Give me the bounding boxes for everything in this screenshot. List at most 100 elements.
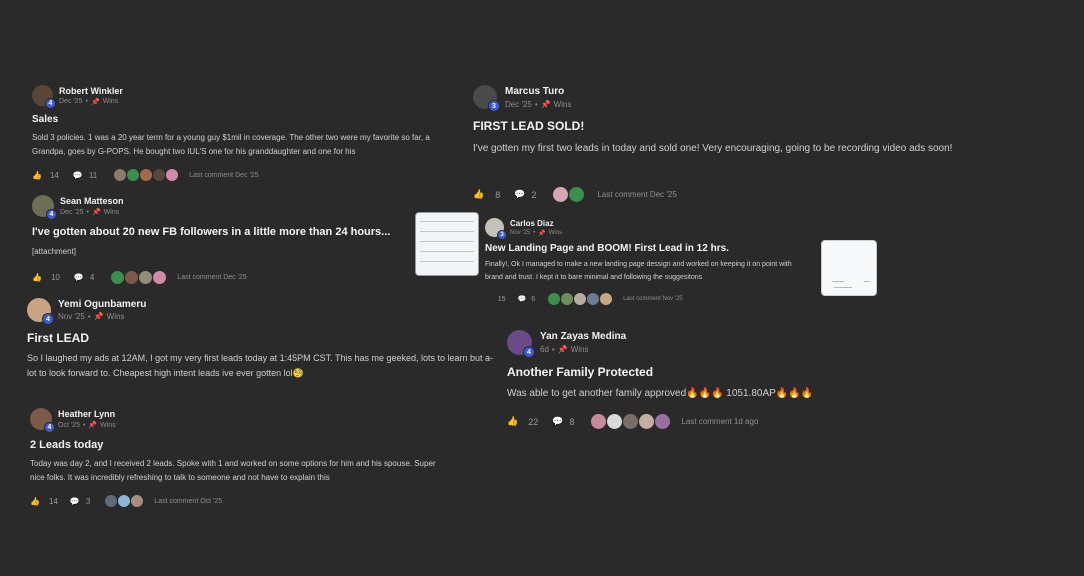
avatar xyxy=(124,270,140,285)
author-name[interactable]: Sean Matteson xyxy=(60,196,124,206)
comment-count: 3 xyxy=(85,496,91,506)
post-title[interactable]: New Landing Page and BOOM! First Lead in… xyxy=(485,243,810,254)
avatar[interactable]: 4 xyxy=(32,85,56,109)
post-header: 4 Sean Matteson Dec '25 • 📌 Wins xyxy=(32,195,412,220)
avatar xyxy=(104,494,119,508)
like-count: 22 xyxy=(528,416,539,427)
avatar xyxy=(552,186,570,203)
avatar[interactable]: 4 xyxy=(32,195,57,220)
post-title[interactable]: 2 Leads today xyxy=(30,439,450,451)
avatar xyxy=(560,292,575,306)
commenter-avatars[interactable] xyxy=(547,292,614,306)
comment-bubble-icon[interactable]: 💬 xyxy=(514,189,525,200)
comment-bubble-icon[interactable]: 💬 xyxy=(73,171,83,180)
like-count: 8 xyxy=(495,189,501,200)
comment-bubble-icon[interactable]: 💬 xyxy=(552,416,563,427)
pin-icon: 📌 xyxy=(90,98,100,106)
comment-bubble-icon[interactable]: 💬 xyxy=(74,273,84,282)
avatar xyxy=(573,292,588,306)
thumbs-up-icon[interactable]: 👍 xyxy=(32,273,42,282)
avatar[interactable]: 4 xyxy=(27,298,54,325)
post-date: Nov '25 xyxy=(510,230,531,236)
post-title[interactable]: Another Family Protected xyxy=(507,365,907,379)
post-body: [attachment] xyxy=(32,247,77,256)
like-count: 14 xyxy=(49,170,59,180)
avatar[interactable]: 3 xyxy=(485,218,507,240)
category-label[interactable]: Wins xyxy=(103,98,119,105)
author-name[interactable]: Yan Zayas Medina xyxy=(540,331,626,342)
category-label[interactable]: Wins xyxy=(571,345,589,354)
level-badge: 4 xyxy=(42,313,54,325)
commenter-avatars[interactable] xyxy=(552,186,586,203)
avatar xyxy=(606,413,624,430)
avatar xyxy=(110,270,126,285)
avatar[interactable]: 4 xyxy=(507,330,535,358)
thumbs-up-icon[interactable]: 👍 xyxy=(473,189,484,200)
commenter-avatars[interactable] xyxy=(104,494,145,508)
pin-icon: 📌 xyxy=(88,422,98,429)
post-title[interactable]: First LEAD xyxy=(27,331,497,345)
thumbs-up-icon[interactable]: 👍 xyxy=(30,497,40,506)
post-body: So I laughed my ads at 12AM, I got my ve… xyxy=(27,353,494,378)
comment-count: 2 xyxy=(531,189,537,200)
post-title[interactable]: FIRST LEAD SOLD! xyxy=(473,119,973,133)
comment-bubble-icon[interactable]: 💬 xyxy=(518,295,527,303)
post-body: Finally!, Ok I managed to make a new lan… xyxy=(485,261,792,281)
category-label[interactable]: Wins xyxy=(100,422,116,429)
post-card[interactable]: 3 Marcus Turo Dec '25 • 📌 Wins FIRST LEA… xyxy=(473,85,973,203)
pin-icon: 📌 xyxy=(93,312,104,321)
commenter-avatars[interactable] xyxy=(110,270,168,285)
author-name[interactable]: Robert Winkler xyxy=(59,86,123,96)
post-footer: 👍 14 💬 11 Last comment Dec '25 xyxy=(32,168,452,182)
like-count: 10 xyxy=(50,273,60,282)
post-card[interactable]: 4 Sean Matteson Dec '25 • 📌 Wins I've go… xyxy=(32,195,412,285)
thumbs-up-icon[interactable]: 👍 xyxy=(32,171,42,180)
separator: • xyxy=(534,99,538,109)
author-name[interactable]: Heather Lynn xyxy=(58,409,116,419)
avatar xyxy=(117,494,132,508)
avatar xyxy=(126,168,141,182)
level-badge: 4 xyxy=(44,422,55,433)
category-label[interactable]: Wins xyxy=(554,100,572,109)
author-name[interactable]: Carlos Diaz xyxy=(510,219,562,228)
category-label[interactable]: Wins xyxy=(107,312,125,321)
last-comment: Last comment 1d ago xyxy=(681,417,759,426)
avatar xyxy=(113,168,128,182)
avatar xyxy=(590,413,608,430)
avatar xyxy=(638,413,656,430)
commenter-avatars[interactable] xyxy=(113,168,180,182)
post-card[interactable]: 4 Heather Lynn Oct '25 • 📌 Wins 2 Leads … xyxy=(30,408,450,508)
commenter-avatars[interactable] xyxy=(590,413,672,430)
post-footer: 👍 15 💬 6 Last comment Nov '25 xyxy=(485,292,810,306)
post-title[interactable]: Sales xyxy=(32,114,452,125)
avatar xyxy=(138,270,154,285)
category-label[interactable]: Wins xyxy=(104,209,120,216)
post-card[interactable]: 4 Yan Zayas Medina 6d • 📌 Wins Another F… xyxy=(507,330,907,430)
post-card[interactable]: 4 Robert Winkler Dec '25 • 📌 Wins Sales … xyxy=(32,85,452,182)
post-date: Dec '25 xyxy=(505,99,532,109)
separator: • xyxy=(551,345,555,354)
attachment-thumbnail[interactable] xyxy=(415,212,479,276)
comment-count: 11 xyxy=(88,170,98,180)
separator: • xyxy=(82,421,86,429)
author-name[interactable]: Marcus Turo xyxy=(505,86,571,97)
post-body: Today was day 2, and I received 2 leads.… xyxy=(30,459,436,482)
thumbs-up-icon[interactable]: 👍 xyxy=(507,416,518,427)
post-footer: 👍 22 💬 8 Last comment 1d ago xyxy=(507,413,907,430)
avatar[interactable]: 4 xyxy=(30,408,55,433)
avatar[interactable]: 3 xyxy=(473,85,500,112)
level-badge: 3 xyxy=(497,230,507,240)
pin-icon: 📌 xyxy=(91,209,101,216)
post-title[interactable]: I've gotten about 20 new FB followers in… xyxy=(32,226,404,238)
avatar xyxy=(568,186,586,203)
author-name[interactable]: Yemi Ogunbameru xyxy=(58,299,146,310)
post-date: 6d xyxy=(540,345,549,354)
last-comment: Last comment Dec '25 xyxy=(597,190,677,199)
comment-bubble-icon[interactable]: 💬 xyxy=(70,497,80,506)
post-card[interactable]: 4 Yemi Ogunbameru Nov '25 • 📌 Wins First… xyxy=(27,298,497,381)
post-card[interactable]: 3 Carlos Diaz Nov '25 • 📌 Wins New Landi… xyxy=(485,218,810,306)
post-footer: 👍 8 💬 2 Last comment Dec '25 xyxy=(473,186,973,203)
category-label[interactable]: Wins xyxy=(549,230,562,236)
attachment-thumbnail[interactable] xyxy=(821,240,877,296)
comment-count: 8 xyxy=(569,416,575,427)
